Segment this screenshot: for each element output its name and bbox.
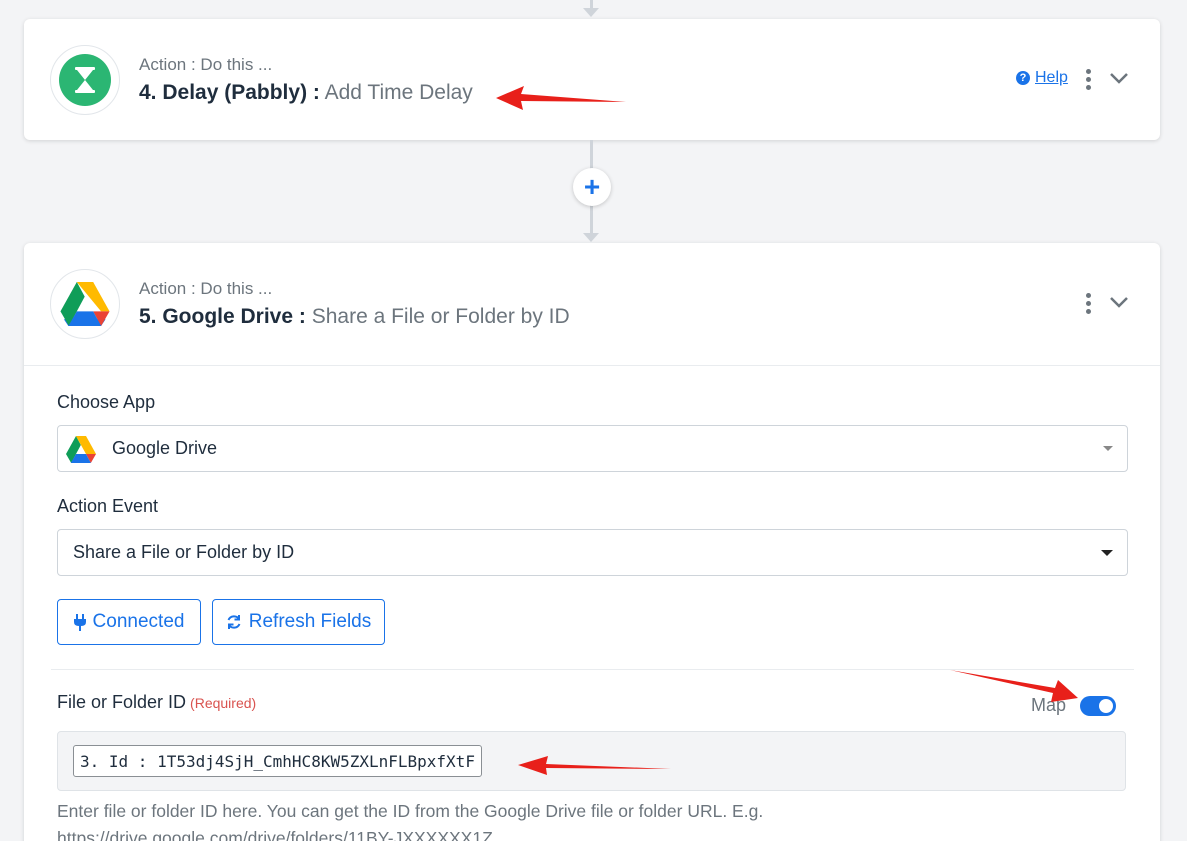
step-card-delay: Action : Do this ... 4. Delay (Pabbly) :…	[24, 19, 1160, 140]
choose-app-select[interactable]: Google Drive	[57, 425, 1128, 472]
field-help-text: Enter file or folder ID here. You can ge…	[57, 798, 1117, 841]
action-event-select[interactable]: Share a File or Folder by ID	[57, 529, 1128, 576]
step-card-google-drive: Action : Do this ... 5. Google Drive : S…	[24, 243, 1160, 841]
google-drive-icon	[66, 436, 96, 463]
map-label: Map	[1031, 695, 1067, 715]
required-marker: (Required)	[190, 695, 257, 711]
plug-icon	[73, 613, 86, 631]
chevron-down-icon[interactable]	[1109, 71, 1129, 85]
kebab-menu-icon[interactable]	[1086, 293, 1092, 314]
field-help-url: https://drive.google.com/drive/folders/1…	[57, 828, 493, 841]
choose-app-label: Choose App	[57, 392, 156, 412]
google-drive-icon	[60, 282, 110, 326]
step-event-name: Share a File or Folder by ID	[311, 305, 570, 328]
help-circle-icon: ?	[1016, 71, 1030, 85]
refresh-fields-label: Refresh Fields	[248, 611, 372, 632]
step-app-icon-delay	[50, 45, 120, 115]
action-event-value: Share a File or Folder by ID	[73, 542, 295, 562]
step-app-icon-google-drive	[50, 269, 120, 339]
connector-top	[590, 0, 593, 8]
connector-arrow-top	[583, 8, 599, 17]
step-event-name: Add Time Delay	[324, 81, 473, 104]
help-label: Help	[1035, 69, 1068, 86]
connected-label: Connected	[92, 611, 185, 632]
caret-down-icon	[1101, 550, 1113, 556]
mapped-field-token[interactable]: 3. Id : 1T53dj4SjH_CmhHC8KW5ZXLnFLBpxfXt…	[73, 745, 482, 777]
kebab-menu-icon[interactable]	[1086, 69, 1092, 90]
map-toggle[interactable]	[1080, 695, 1117, 716]
refresh-fields-button[interactable]: Refresh Fields	[212, 599, 385, 645]
section-divider	[51, 669, 1134, 670]
step-subtitle: Action : Do this ...	[139, 55, 273, 74]
action-event-label: Action Event	[57, 496, 159, 516]
hourglass-icon	[59, 54, 111, 106]
chevron-down-icon[interactable]	[1109, 295, 1129, 309]
step-title: 4. Delay (Pabbly) : Add Time Delay	[139, 81, 473, 105]
card-header-divider	[24, 365, 1160, 366]
connected-button[interactable]: Connected	[57, 599, 201, 645]
help-link[interactable]: ? Help	[1016, 69, 1068, 87]
step-app-name: 4. Delay (Pabbly) :	[139, 81, 320, 104]
file-folder-id-label: File or Folder ID (Required)	[57, 692, 256, 713]
map-toggle-knob	[1099, 698, 1114, 713]
step-title: 5. Google Drive : Share a File or Folder…	[139, 305, 570, 329]
step-subtitle: Action : Do this ...	[139, 279, 273, 298]
add-step-plus-icon[interactable]: +	[573, 168, 611, 206]
refresh-icon	[227, 615, 241, 629]
caret-down-icon	[1103, 446, 1113, 451]
connector-arrow-middle	[583, 233, 599, 242]
field-help-line: Enter file or folder ID here. You can ge…	[57, 801, 764, 821]
file-folder-id-input[interactable]: 3. Id : 1T53dj4SjH_CmhHC8KW5ZXLnFLBpxfXt…	[57, 731, 1126, 791]
map-toggle-group: Map	[1031, 695, 1117, 716]
choose-app-value: Google Drive	[112, 438, 218, 458]
field-label-text: File or Folder ID	[57, 692, 187, 712]
step-app-name: 5. Google Drive :	[139, 305, 306, 328]
